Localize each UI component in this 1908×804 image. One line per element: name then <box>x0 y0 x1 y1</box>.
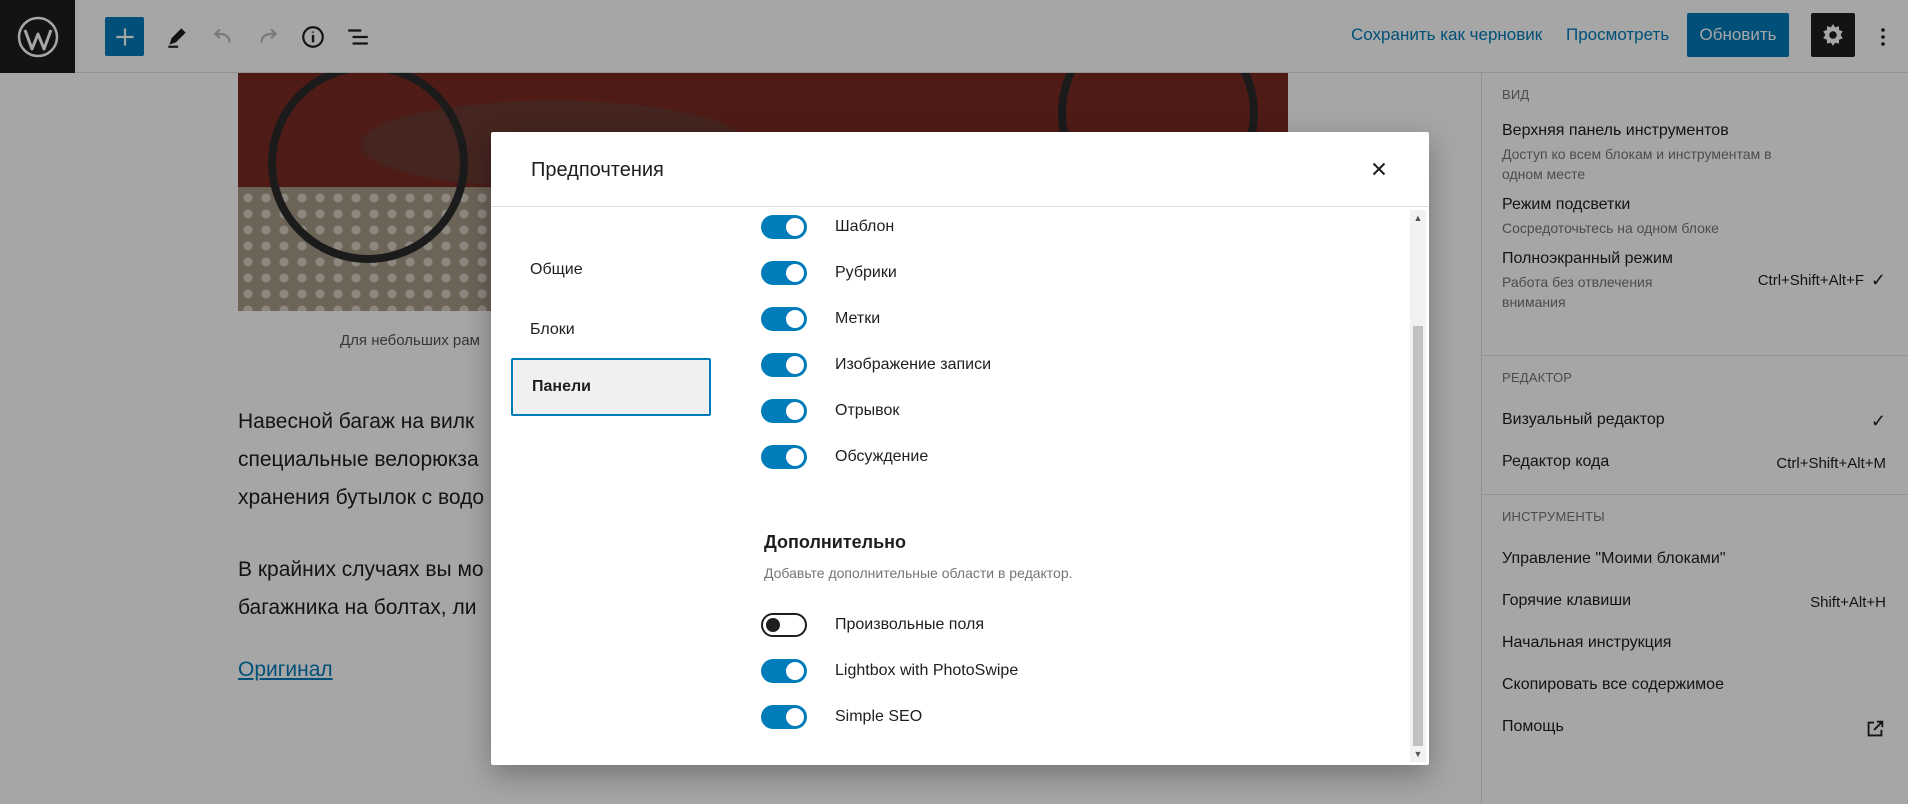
toggle-label: Произвольные поля <box>835 616 984 633</box>
toggle-switch[interactable] <box>761 659 807 683</box>
toggle-label: Рубрики <box>835 264 897 281</box>
toggle-label: Обсуждение <box>835 448 929 465</box>
toggle-label: Изображение записи <box>835 356 992 373</box>
modal-body: Общие Блоки Панели Шаблон Рубрики Метки … <box>491 208 1429 765</box>
preferences-modal: Предпочтения Общие Блоки Панели Шаблон Р… <box>491 132 1429 765</box>
toggle-switch[interactable] <box>761 215 807 239</box>
toggle-switch[interactable] <box>761 705 807 729</box>
extra-panels-heading: Дополнительно <box>764 532 907 552</box>
modal-scrollbar[interactable]: ▲ ▼ <box>1410 210 1426 762</box>
modal-title: Предпочтения <box>531 159 664 181</box>
panel-toggle-row[interactable]: Обсуждение <box>761 442 928 472</box>
toggle-label: Simple SEO <box>835 708 923 725</box>
toggle-switch[interactable] <box>761 353 807 377</box>
scrollbar-thumb[interactable] <box>1413 326 1423 746</box>
panel-toggle-row[interactable]: Шаблон <box>761 212 894 242</box>
toggle-label: Метки <box>835 310 881 327</box>
close-icon <box>1372 162 1386 176</box>
toggle-switch[interactable] <box>761 261 807 285</box>
modal-header: Предпочтения <box>491 132 1429 207</box>
toggle-label: Шаблон <box>835 218 895 235</box>
panel-toggle-row[interactable]: Метки <box>761 304 880 334</box>
tab-general[interactable]: Общие <box>511 241 711 299</box>
toggle-switch[interactable] <box>761 445 807 469</box>
panel-toggle-row[interactable]: Отрывок <box>761 396 899 426</box>
panel-toggle-row[interactable]: Произвольные поля <box>761 610 984 640</box>
toggle-switch[interactable] <box>761 399 807 423</box>
tab-blocks[interactable]: Блоки <box>511 301 711 359</box>
toggle-label: Отрывок <box>835 402 900 419</box>
panel-toggle-row[interactable]: Simple SEO <box>761 702 922 732</box>
panel-toggle-row[interactable]: Lightbox with PhotoSwipe <box>761 656 1018 686</box>
scroll-up-arrow-icon[interactable]: ▲ <box>1410 210 1426 226</box>
extra-panels-description: Добавьте дополнительные области в редакт… <box>764 565 1073 581</box>
toggle-label: Lightbox with PhotoSwipe <box>835 662 1019 679</box>
toggle-switch[interactable] <box>761 613 807 637</box>
toggle-switch[interactable] <box>761 307 807 331</box>
panel-toggle-row[interactable]: Рубрики <box>761 258 897 288</box>
panel-toggle-row[interactable]: Изображение записи <box>761 350 991 380</box>
close-button[interactable] <box>1364 154 1394 184</box>
tab-panels[interactable]: Панели <box>511 358 711 416</box>
scroll-down-arrow-icon[interactable]: ▼ <box>1410 746 1426 762</box>
